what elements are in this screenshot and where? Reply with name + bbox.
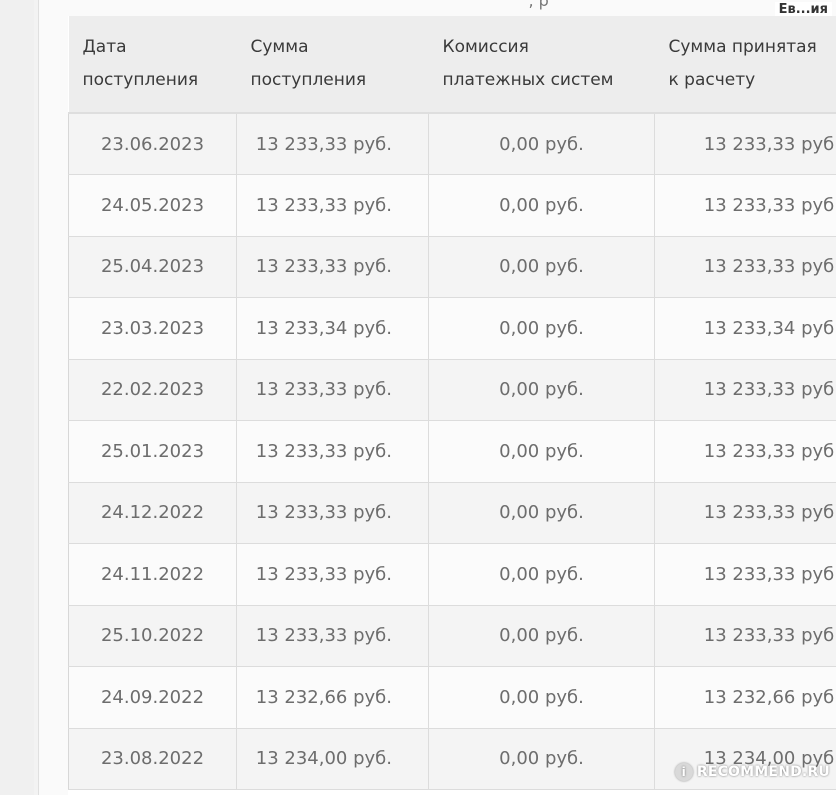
cell-date: 24.09.2022 xyxy=(68,666,237,729)
cell-date: 23.03.2023 xyxy=(68,297,237,360)
cell-accepted-amount: 13 233,34 руб. xyxy=(654,297,836,360)
left-gutter xyxy=(0,0,34,795)
header-amount: Сумма поступления xyxy=(236,16,429,114)
cell-accepted-amount: 13 233,33 руб. xyxy=(654,174,836,237)
table-row: 24.11.2022 13 233,33 руб. 0,00 руб. 13 233,… xyxy=(68,543,836,606)
cell-amount: 13 233,33 руб. xyxy=(236,358,429,421)
table-row: 24.12.2022 13 233,33 руб. 0,00 руб. 13 233,… xyxy=(68,481,836,544)
cell-accepted-amount: 13 233,33 руб. xyxy=(654,112,836,175)
table-row: 25.04.2023 13 233,33 руб. 0,00 руб. 13 233,… xyxy=(68,235,836,298)
watermark-username: Ев...ия xyxy=(774,2,832,17)
cell-commission: 0,00 руб. xyxy=(428,727,655,790)
recommend-logo: i RECOMMEND.RU xyxy=(674,763,830,781)
header-accepted-amount: Сумма принятая к расчету xyxy=(654,16,836,114)
cell-accepted-amount: 13 233,33 руб. xyxy=(654,420,836,483)
cell-amount: 13 233,33 руб. xyxy=(236,604,429,667)
recommend-logo-text: RECOMMEND.RU xyxy=(696,764,830,780)
cell-commission: 0,00 руб. xyxy=(428,666,655,729)
table-row: 23.06.2023 13 233,33 руб. 0,00 руб. 13 233,… xyxy=(68,112,836,175)
cell-accepted-amount: 13 233,33 руб. xyxy=(654,481,836,544)
table-row: 23.03.2023 13 233,34 руб. 0,00 руб. 13 233,… xyxy=(68,297,836,360)
table-header-row: Дата поступления Сумма поступления Комис… xyxy=(68,16,836,114)
cell-commission: 0,00 руб. xyxy=(428,420,655,483)
table-row: 25.10.2022 13 233,33 руб. 0,00 руб. 13 233,… xyxy=(68,604,836,667)
cell-commission: 0,00 руб. xyxy=(428,112,655,175)
cell-date: 25.01.2023 xyxy=(68,420,237,483)
cell-commission: 0,00 руб. xyxy=(428,297,655,360)
cell-date: 23.06.2023 xyxy=(68,112,237,175)
table-row: 22.02.2023 13 233,33 руб. 0,00 руб. 13 233,… xyxy=(68,358,836,421)
cell-commission: 0,00 руб. xyxy=(428,543,655,606)
cell-commission: 0,00 руб. xyxy=(428,481,655,544)
cell-amount: 13 233,33 руб. xyxy=(236,112,429,175)
table-row: 25.01.2023 13 233,33 руб. 0,00 руб. 13 233,… xyxy=(68,420,836,483)
cell-amount: 13 233,33 руб. xyxy=(236,235,429,298)
cell-date: 22.02.2023 xyxy=(68,358,237,421)
cell-accepted-amount: 13 232,66 руб. xyxy=(654,666,836,729)
cell-accepted-amount: 13 233,33 руб. xyxy=(654,543,836,606)
cell-amount: 13 233,33 руб. xyxy=(236,174,429,237)
cell-date: 25.04.2023 xyxy=(68,235,237,298)
table-row: 24.05.2023 13 233,33 руб. 0,00 руб. 13 233,… xyxy=(68,174,836,237)
cell-commission: 0,00 руб. xyxy=(428,604,655,667)
cell-accepted-amount: 13 233,33 руб. xyxy=(654,358,836,421)
cell-date: 24.11.2022 xyxy=(68,543,237,606)
cell-date: 24.05.2023 xyxy=(68,174,237,237)
cell-accepted-amount: 13 233,33 руб. xyxy=(654,235,836,298)
cell-amount: 13 233,33 руб. xyxy=(236,420,429,483)
payments-table-container: Дата поступления Сумма поступления Комис… xyxy=(68,16,836,795)
cell-commission: 0,00 руб. xyxy=(428,174,655,237)
cell-accepted-amount: 13 233,33 руб. xyxy=(654,604,836,667)
payments-table: Дата поступления Сумма поступления Комис… xyxy=(68,16,836,790)
cell-date: 23.08.2022 xyxy=(68,727,237,790)
cell-amount: 13 234,00 руб. xyxy=(236,727,429,790)
cell-amount: 13 233,33 руб. xyxy=(236,481,429,544)
cell-commission: 0,00 руб. xyxy=(428,235,655,298)
cell-amount: 13 233,33 руб. xyxy=(236,543,429,606)
cell-amount: 13 232,66 руб. xyxy=(236,666,429,729)
header-date: Дата поступления xyxy=(68,16,237,114)
cell-date: 24.12.2022 xyxy=(68,481,237,544)
recommend-logo-icon: i xyxy=(674,763,693,781)
cut-off-top-text: ' , р xyxy=(519,0,549,10)
cell-date: 25.10.2022 xyxy=(68,604,237,667)
cell-amount: 13 233,34 руб. xyxy=(236,297,429,360)
cell-commission: 0,00 руб. xyxy=(428,358,655,421)
table-row: 24.09.2022 13 232,66 руб. 0,00 руб. 13 232,… xyxy=(68,666,836,729)
header-commission: Комиссия платежных систем xyxy=(428,16,655,114)
